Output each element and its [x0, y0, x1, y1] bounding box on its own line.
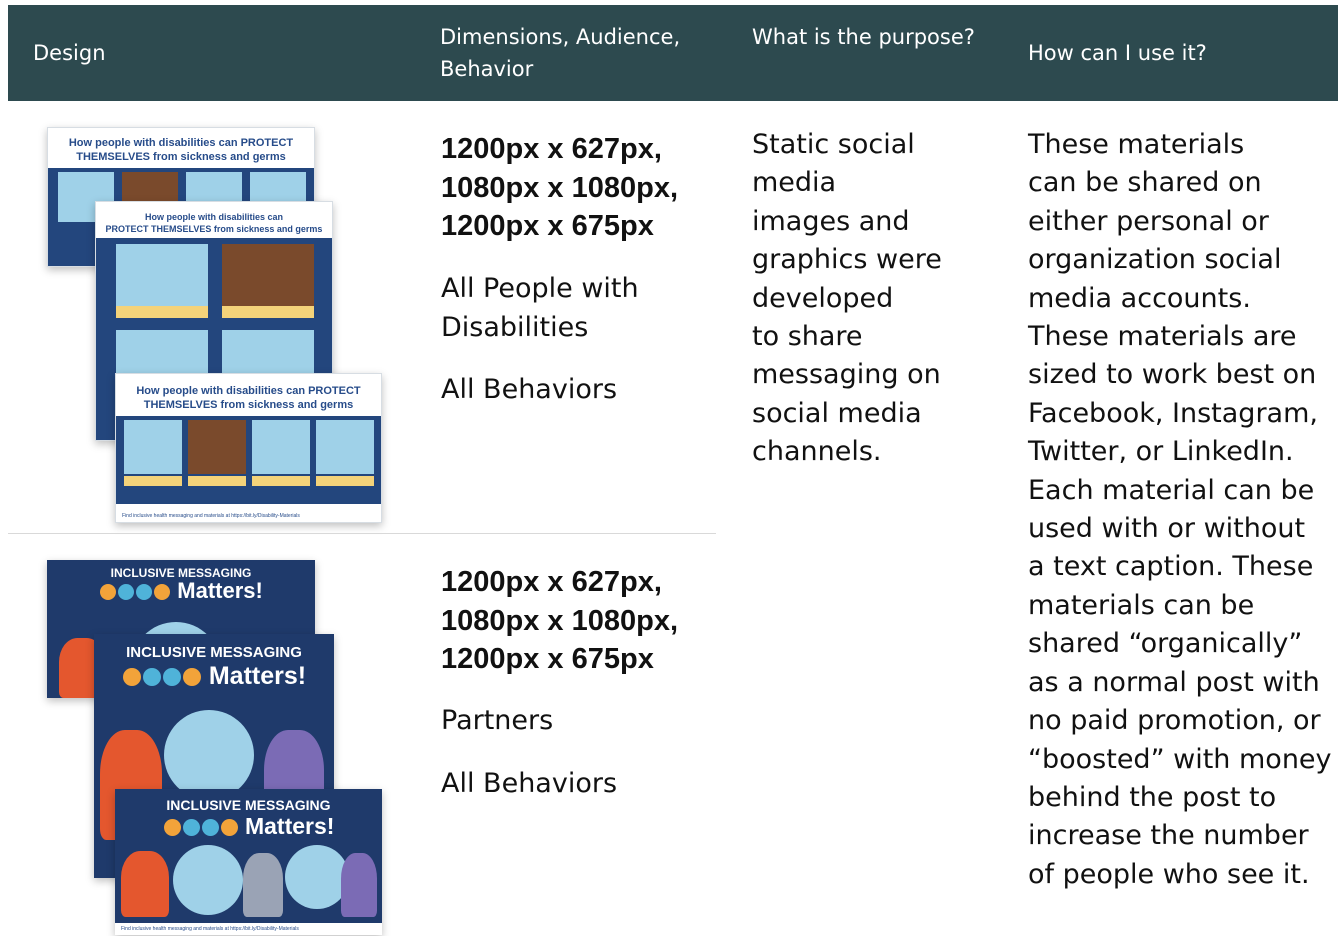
- wheelchair-icon: [136, 584, 153, 601]
- howto-line: Facebook, Instagram,: [1028, 397, 1318, 429]
- howto-line: Twitter, or LinkedIn.: [1028, 436, 1294, 468]
- howto-line: shared “organically”: [1028, 628, 1303, 660]
- howto-line: Each material can be: [1028, 474, 1315, 506]
- hearing-icon: [118, 584, 135, 601]
- dimensions-row1: 1200px x 627px, 1080px x 1080px, 1200px …: [441, 130, 678, 246]
- row-divider: [8, 533, 716, 534]
- purpose-line: developed: [752, 282, 894, 314]
- howto-line: organization social: [1028, 244, 1282, 276]
- behavior-row1: All Behaviors: [441, 374, 618, 405]
- thumb-front-title-line1: How people with disabilities can PROTECT: [136, 385, 361, 397]
- howto-line: no paid promotion, or: [1028, 705, 1321, 737]
- wheelchair-icon: [201, 819, 219, 837]
- braille-icon: [100, 584, 117, 601]
- thumb2-mid-title-big: Matters!: [208, 662, 307, 690]
- hearing-icon: [182, 819, 200, 837]
- thumb2-front-title-top: INCLUSIVE MESSAGING: [166, 797, 331, 813]
- dimension-line: 1200px x 627px,: [441, 133, 662, 165]
- howto-line: can be shared on: [1028, 167, 1262, 199]
- thumb-footer: Find inclusive health messaging and mate…: [116, 510, 381, 522]
- thumb-title-line2: THEMSELVES from sickness and germs: [76, 151, 286, 163]
- caption-icon: [220, 819, 238, 837]
- howto-line: These materials are: [1028, 321, 1297, 353]
- thumb2-card-front: INCLUSIVE MESSAGING Matters! Find inclus…: [115, 789, 382, 935]
- howto-line: materials can be: [1028, 589, 1255, 621]
- thumb-front-title-line2: THEMSELVES from sickness and germs: [143, 399, 354, 411]
- header-design: Design: [33, 41, 106, 65]
- dimensions-row2: 1200px x 627px, 1080px x 1080px, 1200px …: [441, 563, 678, 679]
- audience-line: Disabilities: [441, 311, 589, 343]
- behavior-row2: All Behaviors: [441, 768, 618, 799]
- howto-line: either personal or: [1028, 205, 1269, 237]
- purpose-line: social media: [752, 397, 922, 429]
- audience-line: Partners: [441, 705, 554, 736]
- howto-line: These materials: [1028, 129, 1245, 160]
- audience-row2: Partners: [441, 702, 553, 741]
- header-purpose: What is the purpose?: [752, 25, 975, 49]
- caption-icon: [182, 668, 201, 687]
- thumb2-title-big: Matters!: [177, 578, 263, 603]
- dimension-line: 1200px x 675px: [441, 643, 654, 675]
- howto-line: of people who see it.: [1028, 858, 1310, 890]
- howto-line: behind the post to: [1028, 781, 1277, 813]
- purpose-line: media: [752, 167, 837, 199]
- howto-line: used with or without: [1028, 513, 1306, 545]
- howto-line: “boosted” with money: [1028, 743, 1332, 775]
- purpose-line: Static social: [752, 129, 915, 160]
- purpose-line: graphics were: [752, 244, 942, 276]
- dimension-line: 1080px x 1080px,: [441, 171, 679, 204]
- how-to-use-text: These materials can be shared on either …: [1028, 126, 1338, 894]
- caption-icon: [154, 584, 171, 601]
- howto-line: increase the number: [1028, 820, 1309, 852]
- hearing-icon: [142, 668, 161, 687]
- audience-row1: All People with Disabilities: [441, 270, 639, 347]
- header-how-to-use: How can I use it?: [1028, 41, 1207, 65]
- audience-line: All People with: [441, 273, 639, 304]
- table-header: Design Dimensions, Audience, Behavior Wh…: [8, 5, 1338, 101]
- purpose-line: channels.: [752, 436, 882, 468]
- purpose-text: Static social media images and graphics …: [752, 126, 1002, 472]
- braille-icon: [163, 819, 181, 837]
- thumb2-footer: Find inclusive health messaging and mate…: [115, 923, 382, 935]
- wheelchair-icon: [162, 668, 181, 687]
- dimension-line: 1200px x 675px: [441, 210, 654, 242]
- dimension-line: 1200px x 627px,: [441, 566, 662, 598]
- purpose-line: messaging on: [752, 359, 941, 391]
- thumb2-front-title-big: Matters!: [244, 813, 335, 839]
- howto-line: a text caption. These: [1028, 551, 1314, 583]
- thumb-card-front: How people with disabilities can PROTECT…: [115, 373, 382, 523]
- howto-line: media accounts.: [1028, 282, 1251, 314]
- purpose-line: to share: [752, 321, 863, 353]
- thumb-title-line1: How people with disabilities can PROTECT: [68, 137, 294, 149]
- howto-line: as a normal post with: [1028, 666, 1320, 698]
- braille-icon: [122, 668, 141, 687]
- thumb-mid-title-line2: PROTECT THEMSELVES from sickness and ger…: [105, 224, 323, 234]
- thumb2-mid-title-top: INCLUSIVE MESSAGING: [126, 644, 302, 661]
- howto-line: sized to work best on: [1028, 359, 1317, 391]
- purpose-line: images and: [752, 205, 910, 237]
- header-dimensions: Dimensions, Audience, Behavior: [440, 25, 681, 81]
- dimension-line: 1080px x 1080px,: [441, 604, 679, 637]
- thumb-mid-title-line1: How people with disabilities can: [144, 212, 284, 222]
